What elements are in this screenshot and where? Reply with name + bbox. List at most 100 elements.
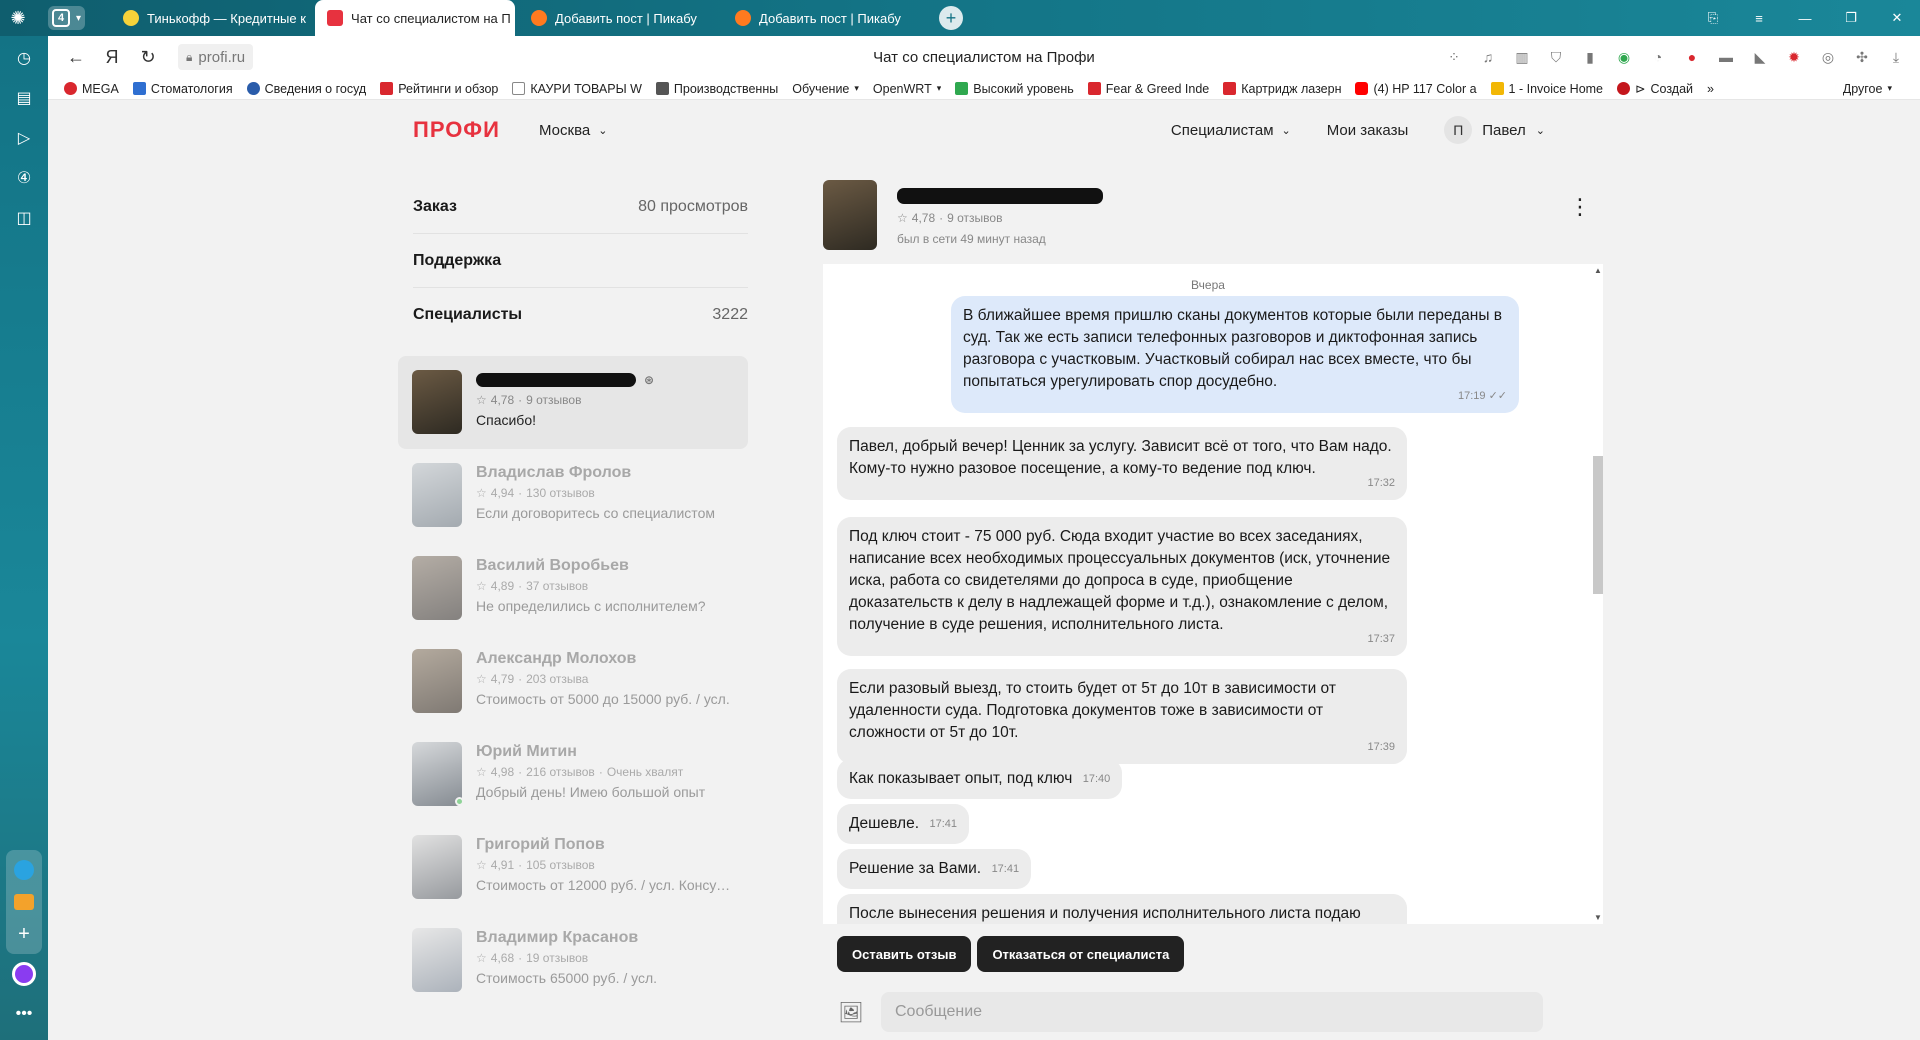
chevron-down-icon: ▾ xyxy=(1887,83,1892,93)
city-selector[interactable]: Москва ⌄ xyxy=(539,122,607,139)
contact-item[interactable]: Александр Молохов ☆ 4,79 · 203 отзыва Стоим… xyxy=(398,635,748,728)
order-views: 80 просмотров xyxy=(638,197,748,215)
refuse-specialist-button[interactable]: Отказаться от специалиста xyxy=(977,936,1185,972)
user-menu[interactable]: П Павел ⌄ xyxy=(1444,116,1545,144)
tab-profi-chat[interactable]: Чат со специалистом на П xyxy=(315,0,516,36)
contact-item[interactable]: Василий Воробьев ☆ 4,89 · 37 отзывов Не опр… xyxy=(398,542,748,635)
chevron-down-icon: ⌄ xyxy=(598,124,608,137)
bookmark-item[interactable]: Стоматология xyxy=(132,82,233,96)
bookmark-item[interactable]: (4) HP 117 Color a xyxy=(1355,82,1477,96)
tab-count: 4 xyxy=(52,9,70,27)
tab-counter[interactable]: 4 ▾ xyxy=(48,6,86,30)
collections-icon[interactable]: ▤ xyxy=(0,78,48,118)
contact-photo xyxy=(412,649,462,713)
bookmark-item[interactable]: Картридж лазерн xyxy=(1223,82,1341,96)
tabs-icon[interactable]: ④ xyxy=(0,158,48,198)
alice-icon[interactable] xyxy=(0,954,48,994)
reload-icon[interactable]: ↻ xyxy=(130,39,166,75)
contact-item[interactable]: Григорий Попов ☆ 4,91 · 105 отзывов Стоимос… xyxy=(398,821,748,914)
bookmark-icon[interactable]: ▮ xyxy=(1578,45,1602,69)
chevron-down-icon: ▾ xyxy=(936,83,942,93)
ext-green-icon[interactable]: ◉ xyxy=(1612,45,1636,69)
hamburger-menu-icon[interactable]: ≡ xyxy=(1736,0,1782,36)
headphones-icon[interactable]: ♫ xyxy=(1476,45,1500,69)
tab-tinkoff[interactable]: Тинькофф — Кредитные к xyxy=(111,0,311,36)
bookmark-folder[interactable]: Обучение ▾ xyxy=(792,82,859,96)
back-icon[interactable]: ← xyxy=(58,39,94,75)
ext-red-icon[interactable]: ● xyxy=(1680,45,1704,69)
ext-puzzle-icon[interactable]: ✣ xyxy=(1850,45,1874,69)
bookmark-item[interactable]: Производственны xyxy=(655,82,778,96)
bookmark-folder-other[interactable]: Другое ▾ xyxy=(1843,82,1920,96)
nav-my-orders[interactable]: Мои заказы xyxy=(1327,122,1409,139)
bookmark-item[interactable]: Сведения о госуд xyxy=(246,82,366,96)
reader-icon[interactable]: ▥ xyxy=(1510,45,1534,69)
telegram-icon[interactable] xyxy=(6,854,42,886)
ext-bulb-icon[interactable]: ◔ xyxy=(1646,45,1670,69)
nav-specialists[interactable]: Специалистам ⌄ xyxy=(1171,122,1291,139)
bookmark-item[interactable]: КАУРИ ТОВАРЫ W xyxy=(512,82,642,96)
profi-logo[interactable]: ПРОФИ xyxy=(413,117,500,143)
restore-icon[interactable]: ❐ xyxy=(1828,0,1874,36)
download-icon[interactable]: ⤓ xyxy=(1884,45,1908,69)
protect-icon[interactable]: ⛉ xyxy=(1544,45,1568,69)
mail-icon[interactable] xyxy=(6,886,42,918)
message-incoming: Под ключ стоит - 75 000 руб. Сюда входит… xyxy=(837,517,1407,656)
close-icon[interactable]: ✕ xyxy=(1874,0,1920,36)
tab-title: Тинькофф — Кредитные к xyxy=(147,10,306,26)
bookmark-item[interactable]: Высокий уровень xyxy=(955,82,1074,96)
bookmark-item[interactable]: MEGA xyxy=(64,82,119,96)
contact-item[interactable]: Владимир Красанов ☆ 4,68 · 19 отзывов Стоим… xyxy=(398,914,748,1007)
cartridge-icon xyxy=(1223,82,1237,95)
bookmark-folder[interactable]: OpenWRT ▾ xyxy=(873,82,941,96)
extensions-icon[interactable]: ⁘ xyxy=(1442,45,1466,69)
sidebar-item-support[interactable]: Поддержка xyxy=(413,234,748,288)
bookmark-panel-icon[interactable]: ⎘ xyxy=(1690,0,1736,36)
last-seen: был в сети 49 минут назад xyxy=(897,232,1046,246)
more-icon[interactable]: ••• xyxy=(0,994,48,1034)
page-icon xyxy=(512,82,526,95)
chevron-down-icon: ▾ xyxy=(76,12,82,24)
history-icon[interactable]: ◷ xyxy=(0,38,48,78)
tab-title: Добавить пост | Пикабу xyxy=(759,10,901,26)
bookmark-item[interactable]: Fear & Greed Inde xyxy=(1087,82,1209,96)
contact-item[interactable]: Юрий Митин ☆ 4,98 · 216 отзывов · Очень хваля… xyxy=(398,728,748,821)
yandex-icon[interactable]: Я xyxy=(94,39,130,75)
new-tab-button[interactable]: + xyxy=(939,6,964,30)
ext-bug-icon[interactable]: ✹ xyxy=(1782,45,1806,69)
contact-item[interactable]: Владислав Фролов ☆ 4,94 · 130 отзывов Если … xyxy=(398,449,748,542)
add-app-icon[interactable]: + xyxy=(6,918,42,950)
lock-icon: 🔒︎ xyxy=(186,49,193,64)
address-bar: ← Я ↻ 🔒︎ profi.ru Чат со специалистом на… xyxy=(48,36,1920,78)
leave-review-button[interactable]: Оставить отзыв xyxy=(837,936,972,972)
bookmarks-overflow-icon[interactable]: » xyxy=(1707,82,1714,96)
tab-pikabu-2[interactable]: Добавить пост | Пикабу xyxy=(723,0,923,36)
message-list[interactable]: Вчера В ближайшее время пришлю сканы док… xyxy=(823,264,1593,924)
tab-pikabu-1[interactable]: Добавить пост | Пикабу xyxy=(519,0,719,36)
screenshot-icon[interactable]: ◫ xyxy=(0,198,48,238)
attach-image-icon[interactable]: 🖼︎ xyxy=(829,990,873,1034)
bookmark-item[interactable]: 1 - Invoice Home xyxy=(1490,82,1603,96)
minimize-icon[interactable]: — xyxy=(1782,0,1828,36)
ext-circle-icon[interactable]: ◎ xyxy=(1816,45,1840,69)
message-incoming: Если разовый выезд, то стоить будет от 5… xyxy=(837,669,1407,764)
bookmark-item[interactable]: ⊳ Создай xyxy=(1617,81,1693,96)
scroll-up-icon: ▲ xyxy=(1594,266,1602,275)
bookmarks-bar: MEGA Стоматология Сведения о госуд Рейти… xyxy=(48,78,1920,100)
ext-hat-icon[interactable]: ▬ xyxy=(1714,45,1738,69)
browser-menu-icon[interactable]: ✺ xyxy=(0,0,36,36)
ext-cursor-icon[interactable]: ◣ xyxy=(1748,45,1772,69)
url-field[interactable]: 🔒︎ profi.ru xyxy=(178,44,254,70)
specialist-rating: ☆ 4,78 · 9 отзывов xyxy=(897,211,1003,225)
more-options-icon[interactable]: ⋮ xyxy=(1569,196,1591,218)
scrollbar-thumb[interactable] xyxy=(1593,456,1603,594)
message-input[interactable] xyxy=(881,992,1543,1032)
specialist-photo[interactable] xyxy=(823,180,877,250)
play-icon[interactable]: ▷ xyxy=(0,118,48,158)
contact-item[interactable]: ⊛ ☆ 4,78 · 9 отзывов Спасибо! xyxy=(398,356,748,449)
sidebar-item-order[interactable]: Заказ 80 просмотров xyxy=(413,180,748,234)
chat-scrollbar[interactable]: ▲ ▼ xyxy=(1593,264,1603,924)
sidebar-item-specialists[interactable]: Специалисты 3222 xyxy=(413,288,748,342)
message-outgoing: В ближайшее время пришлю сканы документо… xyxy=(951,296,1519,413)
bookmark-item[interactable]: Рейтинги и обзор xyxy=(380,82,498,96)
